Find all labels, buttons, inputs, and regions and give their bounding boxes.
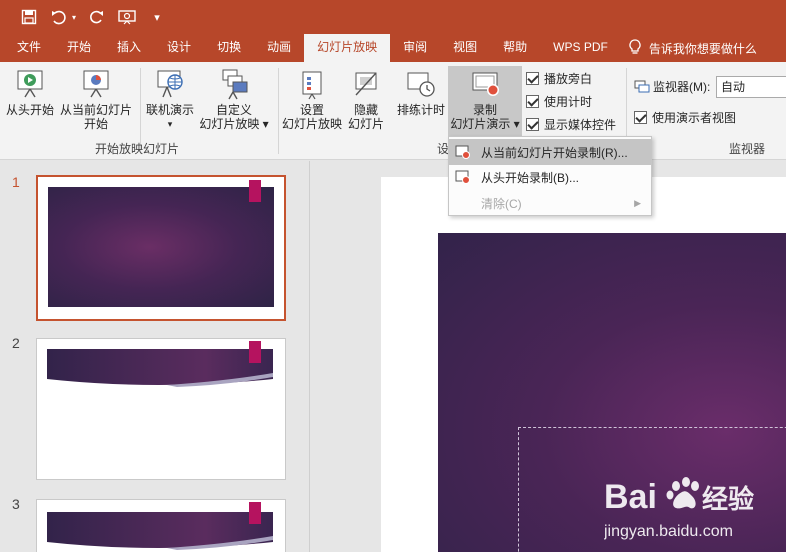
checkbox-checked bbox=[634, 111, 647, 124]
from-current-label-2: 开始 bbox=[83, 117, 108, 131]
monitor-select[interactable]: 自动 bbox=[716, 76, 786, 98]
slide-thumbnails-pane: 1 2 3 bbox=[0, 161, 310, 552]
from-start-label: 从头开始 bbox=[5, 103, 54, 117]
use-timings-label: 使用计时 bbox=[544, 95, 593, 109]
rehearse-timings-button[interactable]: 排练计时 bbox=[395, 70, 447, 117]
from-current-button[interactable]: 从当前幻灯片 开始 bbox=[58, 68, 134, 131]
presenter-view-label: 使用演示者视图 bbox=[652, 111, 737, 125]
hide-slide-button[interactable]: 隐藏 幻灯片 bbox=[345, 70, 387, 131]
tab-transitions[interactable]: 切换 bbox=[204, 34, 254, 62]
hide-slide-icon bbox=[355, 72, 377, 96]
group-label-monitor: 监视器 bbox=[729, 142, 766, 156]
timer-icon bbox=[407, 72, 435, 97]
setup-slideshow-button[interactable]: 设置 幻灯片放映 bbox=[281, 70, 343, 131]
slideshow-current-icon bbox=[83, 70, 109, 98]
record-current-icon bbox=[455, 145, 470, 159]
custom-slideshow-icon bbox=[222, 69, 248, 100]
presenter-view-checkbox[interactable]: 使用演示者视图 bbox=[634, 109, 736, 126]
title-bar: ▾ ▾ bbox=[0, 0, 786, 34]
slide-number: 1 bbox=[12, 174, 20, 190]
svg-text:Bai: Bai bbox=[604, 478, 657, 516]
record-from-current-item[interactable]: 从当前幻灯片开始录制(R)... bbox=[449, 139, 651, 165]
show-media-label: 显示媒体控件 bbox=[544, 118, 617, 132]
setup-label-2: 幻灯片放映 bbox=[281, 117, 342, 131]
record-beginning-icon bbox=[455, 170, 470, 184]
checkbox-checked bbox=[526, 95, 539, 108]
present-icon[interactable] bbox=[116, 6, 138, 28]
globe-present-icon bbox=[157, 70, 183, 98]
slide-accent-tab bbox=[249, 341, 261, 363]
submenu-arrow-icon: ▶ bbox=[634, 197, 641, 208]
record-slideshow-button[interactable]: 录制 幻灯片演示 ▾ bbox=[448, 66, 522, 138]
tab-insert[interactable]: 插入 bbox=[104, 34, 154, 62]
slide-thumbnail-2[interactable] bbox=[36, 338, 286, 480]
save-icon[interactable] bbox=[18, 6, 40, 28]
tab-wps-pdf[interactable]: WPS PDF bbox=[540, 34, 621, 62]
customize-icon[interactable]: ▾ bbox=[146, 6, 168, 28]
group-label-start: 开始放映幻灯片 bbox=[95, 142, 180, 156]
record-dropdown-menu: 从当前幻灯片开始录制(R)... 从头开始录制(B)... 清除(C) ▶ bbox=[448, 136, 652, 216]
online-present-button[interactable]: 联机演示 ▾ bbox=[143, 68, 197, 131]
record-from-beginning-item[interactable]: 从头开始录制(B)... bbox=[449, 164, 651, 190]
slide-number: 2 bbox=[12, 335, 20, 351]
slideshow-start-icon bbox=[17, 70, 43, 98]
tab-slideshow[interactable]: 幻灯片放映 bbox=[304, 34, 391, 62]
ribbon: 从头开始 从当前幻灯片 开始 联机演示 ▾ 自定义 幻灯片放映 ▾ 开始放映幻灯… bbox=[0, 62, 786, 160]
lightbulb-icon bbox=[629, 38, 641, 58]
record-icon bbox=[472, 72, 499, 96]
slide-accent-tab bbox=[249, 180, 261, 202]
svg-text:jingyan.baidu.com: jingyan.baidu.com bbox=[604, 523, 733, 540]
tab-help[interactable]: 帮助 bbox=[490, 34, 540, 62]
monitor-label: 监视器(M): bbox=[653, 80, 711, 94]
slide-background bbox=[48, 187, 274, 307]
svg-text:经验: 经验 bbox=[702, 484, 754, 515]
checkbox-checked bbox=[526, 72, 539, 85]
monitor-label-row: 监视器(M): bbox=[634, 78, 710, 95]
tab-review[interactable]: 审阅 bbox=[390, 34, 440, 62]
menu-item-label: 清除(C) bbox=[481, 196, 522, 211]
tell-me-text: 告诉我你想要做什么 bbox=[648, 41, 757, 56]
from-start-button[interactable]: 从头开始 bbox=[4, 68, 56, 117]
separator bbox=[278, 68, 279, 154]
slide-accent-tab bbox=[249, 502, 261, 524]
tab-file[interactable]: 文件 bbox=[0, 34, 54, 62]
tab-home[interactable]: 开始 bbox=[54, 34, 104, 62]
setup-label-1: 设置 bbox=[299, 103, 324, 117]
tab-design[interactable]: 设计 bbox=[154, 34, 204, 62]
hide-label-1: 隐藏 bbox=[353, 103, 378, 117]
slide-number: 3 bbox=[12, 496, 20, 512]
custom-label-1: 自定义 bbox=[215, 103, 252, 117]
show-media-checkbox[interactable]: 显示媒体控件 bbox=[526, 116, 616, 133]
tab-view[interactable]: 视图 bbox=[440, 34, 490, 62]
baidu-watermark: Bai 经验 jingyan.baidu.com bbox=[603, 470, 786, 552]
use-timings-checkbox[interactable]: 使用计时 bbox=[526, 93, 592, 110]
custom-label-2: 幻灯片放映 ▾ bbox=[199, 117, 269, 131]
undo-icon[interactable] bbox=[48, 6, 70, 28]
setup-slideshow-icon bbox=[302, 71, 322, 100]
slide-thumbnail-3[interactable] bbox=[36, 499, 286, 552]
checkbox-checked bbox=[526, 118, 539, 131]
redo-icon[interactable] bbox=[86, 6, 108, 28]
hide-label-2: 幻灯片 bbox=[347, 117, 384, 131]
rehearse-label: 排练计时 bbox=[396, 103, 445, 117]
ribbon-tabs: 文件 开始 插入 设计 切换 动画 幻灯片放映 审阅 视图 帮助 WPS PDF… bbox=[0, 34, 786, 62]
from-current-label-1: 从当前幻灯片 bbox=[59, 103, 132, 117]
play-narration-label: 播放旁白 bbox=[544, 72, 593, 86]
custom-slideshow-button[interactable]: 自定义 幻灯片放映 ▾ bbox=[198, 68, 270, 131]
baidu-logo: Bai 经验 jingyan.baidu.com bbox=[603, 477, 754, 540]
chevron-down-icon[interactable]: ▾ bbox=[70, 6, 78, 28]
menu-item-label: 从头开始录制(B)... bbox=[481, 170, 579, 185]
tell-me-box[interactable]: 告诉我你想要做什么 bbox=[629, 34, 757, 62]
monitor-icon bbox=[634, 80, 650, 92]
online-label-2: ▾ bbox=[167, 119, 173, 129]
record-label-2: 幻灯片演示 ▾ bbox=[450, 117, 520, 131]
tab-animations[interactable]: 动画 bbox=[254, 34, 304, 62]
menu-item-label: 从当前幻灯片开始录制(R)... bbox=[481, 145, 628, 160]
online-label-1: 联机演示 bbox=[145, 103, 194, 117]
slide-thumbnail-1[interactable] bbox=[36, 175, 286, 321]
record-label-1: 录制 bbox=[472, 103, 497, 117]
clear-item[interactable]: 清除(C) ▶ bbox=[449, 190, 651, 216]
play-narration-checkbox[interactable]: 播放旁白 bbox=[526, 70, 592, 87]
